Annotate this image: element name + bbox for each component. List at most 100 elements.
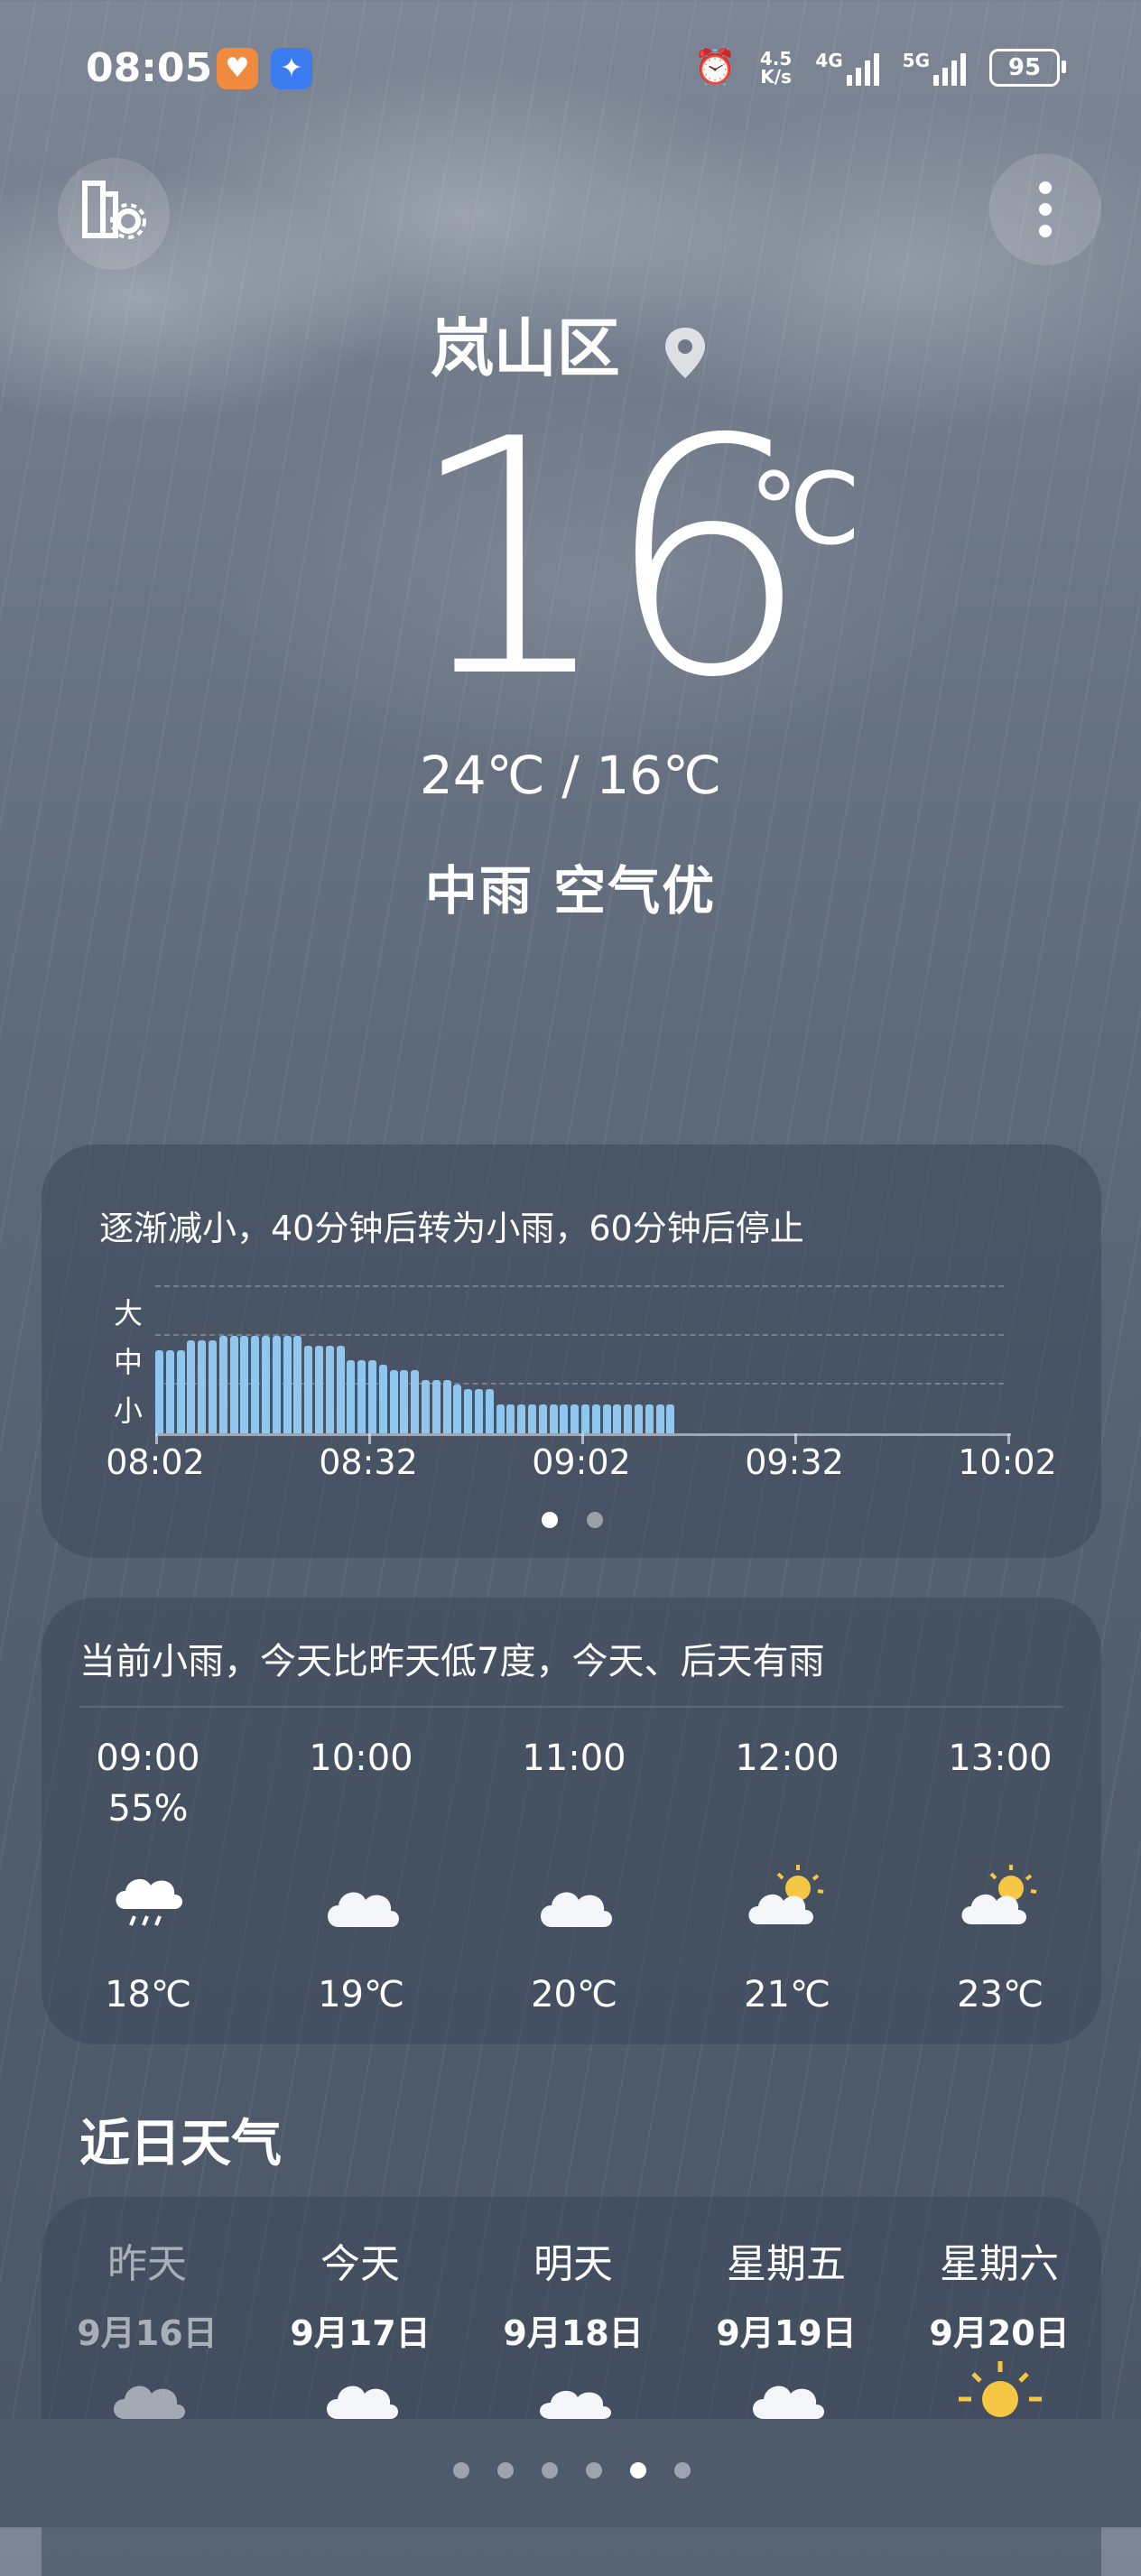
day-name: 昨天 xyxy=(107,2241,187,2287)
daily-item[interactable]: 今天 9月17日 xyxy=(274,2231,446,2355)
hourly-item[interactable]: 11:00 20℃ xyxy=(502,1737,646,2026)
hour-temp: 23℃ xyxy=(957,1974,1044,2015)
hourly-summary: 当前小雨，今天比昨天低7度，今天、后天有雨 xyxy=(79,1641,825,1682)
precip-probability: 55% xyxy=(107,1788,189,1830)
status-bar: 08:05 ♥ ✦ ⏰ 4.5 K/s 4G 5G 95 xyxy=(0,0,1141,135)
alarm-icon: ⏰ xyxy=(693,47,737,87)
precip-bar xyxy=(293,1336,302,1433)
day-name: 今天 xyxy=(320,2241,400,2287)
precip-bar xyxy=(262,1336,270,1433)
precip-bar xyxy=(272,1336,281,1433)
bottom-bar xyxy=(0,2419,1141,2527)
precip-bar xyxy=(325,1345,334,1433)
status-right: ⏰ 4.5 K/s 4G 5G 95 xyxy=(693,47,1066,88)
precip-bar xyxy=(155,1350,163,1433)
precip-bar xyxy=(357,1360,366,1433)
hourly-item[interactable]: 09:00 55% 18℃ xyxy=(76,1737,220,2026)
day-name: 星期五 xyxy=(727,2241,846,2287)
hour-temp: 19℃ xyxy=(318,1974,404,2015)
precip-bar xyxy=(442,1379,451,1433)
precip-bar xyxy=(283,1336,292,1433)
card-page-dot[interactable] xyxy=(587,1512,603,1528)
precip-bar xyxy=(336,1345,345,1433)
cloud-icon xyxy=(327,2386,398,2419)
x-tick-label: 09:32 xyxy=(745,1442,844,1482)
precip-bar xyxy=(240,1336,249,1433)
precip-bar xyxy=(645,1404,654,1433)
precip-bar xyxy=(389,1369,398,1433)
app-notification-icon: ♥ xyxy=(217,48,258,89)
precip-bar xyxy=(378,1365,387,1433)
hourly-item[interactable]: 10:00 19℃ xyxy=(289,1737,433,2026)
hourly-item[interactable]: 12:00 21℃ xyxy=(715,1737,859,2026)
daily-item[interactable]: 明天 9月18日 xyxy=(487,2231,659,2355)
precip-bar xyxy=(453,1385,462,1433)
precip-bar xyxy=(315,1345,323,1433)
cloud-icon xyxy=(540,2390,611,2419)
more-options-button[interactable] xyxy=(989,153,1101,265)
y-label-moderate: 中 xyxy=(114,1345,144,1379)
current-temperature: 16 xyxy=(406,370,811,748)
card-divider xyxy=(79,1706,1063,1708)
battery-level: 95 xyxy=(1007,53,1042,81)
chart-gridline xyxy=(155,1285,1004,1287)
more-vertical-icon xyxy=(1039,181,1052,237)
precip-bar xyxy=(475,1389,483,1433)
card-page-dot[interactable] xyxy=(542,1512,558,1528)
precip-bar xyxy=(549,1404,558,1433)
battery-icon: 95 xyxy=(989,48,1066,87)
precip-bar xyxy=(347,1360,356,1433)
condition-and-air-quality[interactable]: 中雨 空气优 xyxy=(0,848,1141,924)
precipitation-summary: 逐渐减小，40分钟后转为小雨，60分钟后停止 xyxy=(99,1209,804,1248)
cloud-icon xyxy=(114,2386,185,2419)
page-dot[interactable] xyxy=(630,2462,646,2479)
precip-bar xyxy=(209,1340,217,1433)
daily-item[interactable]: 星期五 9月19日 xyxy=(700,2231,872,2355)
x-tick-label: 09:02 xyxy=(532,1442,631,1482)
daily-item[interactable]: 星期六 9月20日 xyxy=(914,2231,1085,2355)
hourly-item[interactable]: 13:00 23℃ xyxy=(928,1737,1072,2026)
rain-cloud-icon xyxy=(116,1878,182,1926)
cloud-icon xyxy=(541,1892,612,1927)
hour-time: 11:00 xyxy=(522,1737,626,1779)
precip-bar xyxy=(655,1404,664,1433)
temperature-unit: ℃ xyxy=(749,451,861,567)
status-time: 08:05 xyxy=(86,45,213,91)
hour-time: 13:00 xyxy=(948,1737,1053,1779)
precip-bar xyxy=(560,1404,569,1433)
manage-cities-button[interactable] xyxy=(58,158,170,270)
precip-bar xyxy=(422,1379,430,1433)
chart-gridline xyxy=(155,1334,1004,1336)
partly-sunny-icon xyxy=(961,1865,1037,1924)
cloud-icon xyxy=(328,1892,399,1927)
temperature-range: 24℃ / 16℃ xyxy=(419,745,722,806)
precip-bar xyxy=(368,1360,376,1433)
day-date: 9月18日 xyxy=(503,2313,644,2353)
day-date: 9月19日 xyxy=(716,2313,857,2353)
precip-bar xyxy=(528,1404,536,1433)
page-dot[interactable] xyxy=(497,2462,514,2479)
precip-bar xyxy=(198,1340,207,1433)
precip-bar xyxy=(400,1369,409,1433)
daily-item[interactable]: 昨天 9月16日 xyxy=(61,2231,233,2355)
page-dot[interactable] xyxy=(586,2462,602,2479)
precip-bar xyxy=(251,1336,260,1433)
signal-4g: 4G xyxy=(815,50,879,86)
y-label-light: 小 xyxy=(114,1394,144,1428)
precip-bar xyxy=(538,1404,547,1433)
precip-bar xyxy=(602,1404,611,1433)
precip-bar xyxy=(613,1404,622,1433)
page-dot[interactable] xyxy=(542,2462,558,2479)
precip-bar xyxy=(666,1404,675,1433)
precip-bar xyxy=(218,1336,227,1433)
day-date: 9月17日 xyxy=(290,2313,431,2353)
page-dot[interactable] xyxy=(453,2462,469,2479)
signal-5g: 5G xyxy=(903,50,966,86)
app-notification-icon-2: ✦ xyxy=(271,48,312,89)
precip-bar xyxy=(229,1336,238,1433)
precip-bar xyxy=(464,1389,473,1433)
precip-bar xyxy=(411,1369,420,1433)
section-title: 近日天气 xyxy=(79,2115,282,2173)
page-dot[interactable] xyxy=(674,2462,691,2479)
x-tick-label: 08:02 xyxy=(106,1442,205,1482)
